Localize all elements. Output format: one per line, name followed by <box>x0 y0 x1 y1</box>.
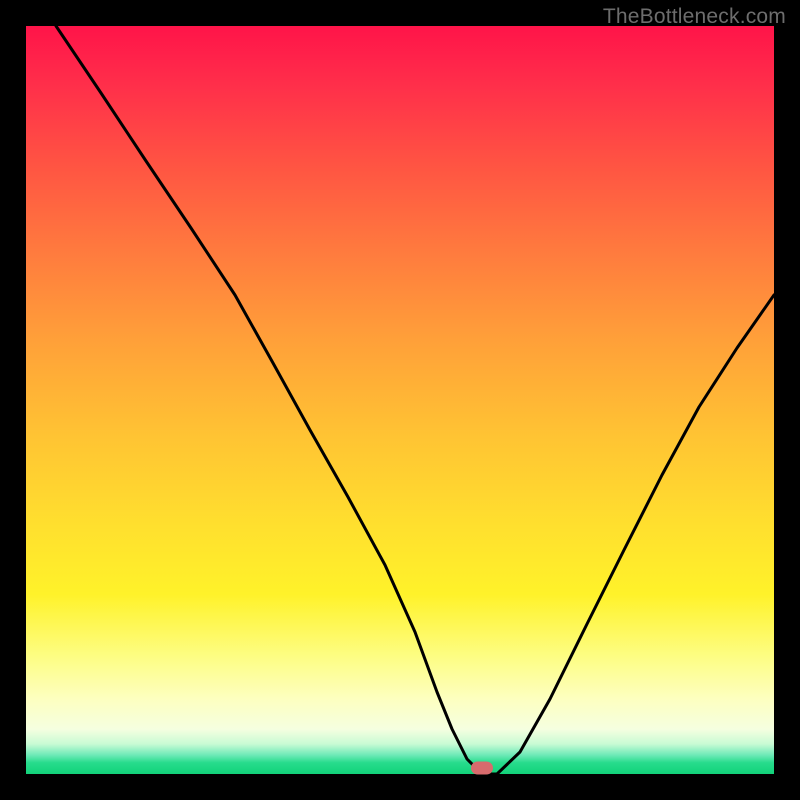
bottleneck-curve <box>56 26 774 774</box>
curve-layer <box>26 26 774 774</box>
watermark-text: TheBottleneck.com <box>603 5 786 29</box>
optimum-marker <box>471 762 493 775</box>
plot-area <box>26 26 774 774</box>
chart-frame: TheBottleneck.com <box>0 0 800 800</box>
